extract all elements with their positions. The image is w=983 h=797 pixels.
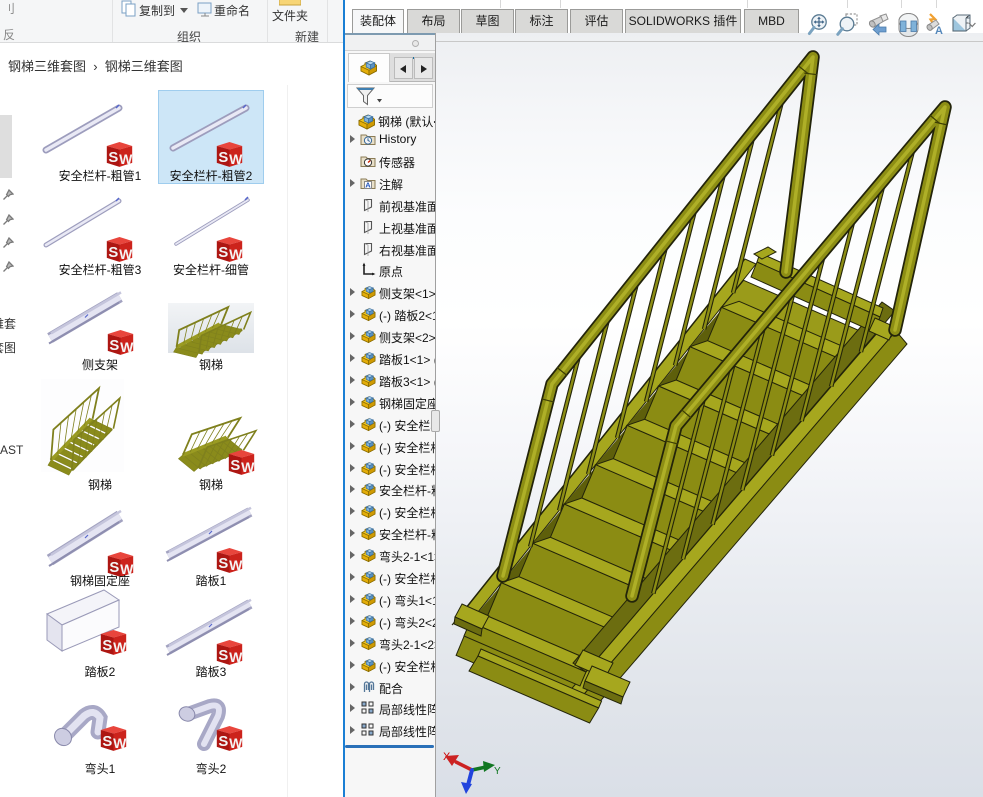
svg-text:S: S: [218, 556, 228, 572]
svg-text:A: A: [935, 25, 943, 37]
svg-text:A: A: [365, 180, 371, 189]
svg-text:W: W: [241, 459, 255, 475]
svg-text:W: W: [119, 246, 133, 262]
svg-text:W: W: [229, 735, 243, 751]
svg-text:S: S: [109, 338, 119, 354]
svg-text:W: W: [113, 639, 127, 655]
svg-text:W: W: [229, 246, 243, 262]
svg-text:W: W: [113, 735, 127, 751]
svg-text:S: S: [102, 638, 112, 654]
svg-text:S: S: [218, 648, 228, 664]
svg-text:S: S: [218, 150, 228, 166]
svg-text:S: S: [218, 734, 228, 750]
svg-text:S: S: [218, 245, 228, 261]
svg-text:W: W: [119, 151, 133, 167]
svg-text:W: W: [229, 557, 243, 573]
svg-text:S: S: [108, 245, 118, 261]
svg-text:Y: Y: [494, 766, 501, 777]
svg-text:W: W: [229, 151, 243, 167]
svg-text:S: S: [108, 150, 118, 166]
svg-text:W: W: [120, 339, 134, 355]
svg-text:S: S: [230, 458, 240, 474]
svg-text:S: S: [102, 734, 112, 750]
